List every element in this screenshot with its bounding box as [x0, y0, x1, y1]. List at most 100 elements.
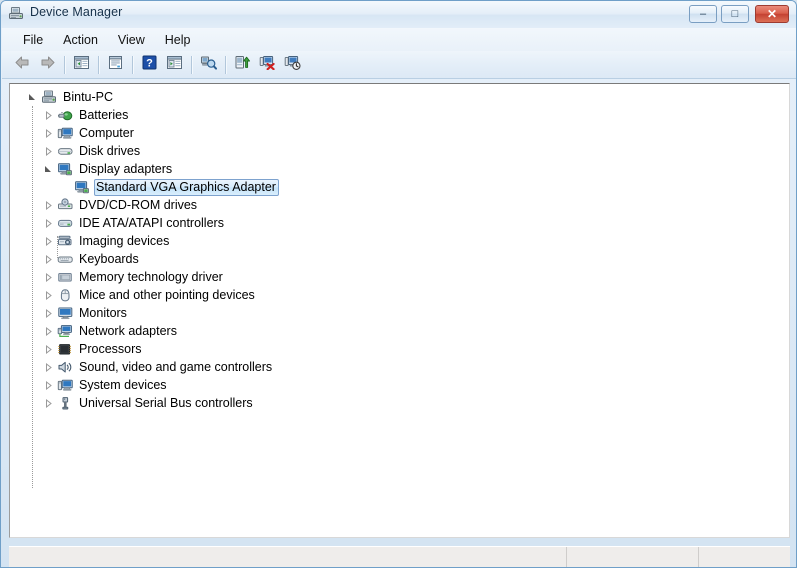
monitor-icon — [56, 305, 74, 321]
tree-label: Network adapters — [79, 323, 177, 338]
tree-label: IDE ATA/ATAPI controllers — [79, 215, 224, 230]
usb-controller-icon — [56, 395, 74, 411]
help-button[interactable]: ? — [137, 53, 161, 76]
tree-label: Memory technology driver — [79, 269, 223, 284]
update-driver-button[interactable] — [230, 53, 254, 76]
menu-item-view[interactable]: View — [109, 31, 154, 49]
show-hide-console-tree-button[interactable] — [69, 53, 93, 76]
tree-label: Mice and other pointing devices — [79, 287, 255, 302]
expand-collapse-icon[interactable] — [24, 88, 40, 106]
device-tree-panel[interactable]: Bintu-PC Batteries Computer Disk drives … — [9, 83, 790, 538]
status-pane-secondary — [567, 547, 699, 567]
expand-collapse-icon[interactable] — [40, 124, 56, 142]
expand-collapse-icon[interactable] — [40, 214, 56, 232]
maximize-button[interactable]: □ — [721, 5, 749, 23]
uninstall-device-button[interactable] — [255, 53, 279, 76]
tree-label: Computer — [79, 125, 134, 140]
back-button[interactable] — [10, 53, 34, 76]
tree-label: Batteries — [79, 107, 129, 122]
toolbar: ? — [2, 51, 796, 79]
imaging-device-icon — [56, 233, 74, 249]
forward-arrow-icon — [39, 55, 56, 75]
disk-drive-icon — [56, 143, 74, 159]
tree-row-disk-drives[interactable]: Disk drives — [10, 142, 789, 160]
toolbar-separator — [191, 55, 192, 74]
tree-row-system-devices[interactable]: System devices — [10, 376, 789, 394]
expand-collapse-icon[interactable] — [40, 142, 56, 160]
tree-label-selected: Standard VGA Graphics Adapter — [94, 178, 279, 196]
scan-hardware-icon — [200, 55, 217, 75]
expand-collapse-icon[interactable] — [40, 394, 56, 412]
minimize-button[interactable]: – — [689, 5, 717, 23]
svg-text:?: ? — [146, 57, 153, 69]
computer-icon — [56, 125, 74, 141]
expand-collapse-icon[interactable] — [40, 322, 56, 340]
display-adapter-icon — [73, 179, 91, 195]
forward-button[interactable] — [35, 53, 59, 76]
tree-row-mice-and-other-pointing-devices[interactable]: Mice and other pointing devices — [10, 286, 789, 304]
ide-controller-icon — [56, 215, 74, 231]
tree-row-monitors[interactable]: Monitors — [10, 304, 789, 322]
update-driver-icon — [234, 55, 251, 75]
tree-row-processors[interactable]: Processors — [10, 340, 789, 358]
tree-row-batteries[interactable]: Batteries — [10, 106, 789, 124]
show-hide-console-tree-icon — [73, 55, 90, 75]
device-manager-window: Device Manager – □ ✕ File Action View He… — [0, 0, 797, 568]
display-adapter-icon — [56, 161, 74, 177]
mouse-icon — [56, 287, 74, 303]
tree-label: Disk drives — [79, 143, 141, 158]
expand-collapse-icon[interactable] — [40, 304, 56, 322]
disable-device-button[interactable] — [280, 53, 304, 76]
properties-button[interactable] — [103, 53, 127, 76]
uninstall-device-icon — [259, 55, 276, 75]
close-icon: ✕ — [766, 7, 778, 21]
expand-collapse-icon[interactable] — [40, 196, 56, 214]
memory-technology-icon — [56, 269, 74, 285]
tree-row-root[interactable]: Bintu-PC — [10, 88, 789, 106]
tree-row-ide-ata-atapi-controllers[interactable]: IDE ATA/ATAPI controllers — [10, 214, 789, 232]
tree-row-keyboards[interactable]: Keyboards — [10, 250, 789, 268]
title-bar[interactable]: Device Manager – □ ✕ — [1, 1, 796, 28]
tree-label: Processors — [79, 341, 142, 356]
tree-label: Display adapters — [79, 161, 173, 176]
scan-for-hardware-changes-button[interactable] — [196, 53, 220, 76]
tree-row-sound-video-and-game-controllers[interactable]: Sound, video and game controllers — [10, 358, 789, 376]
toolbar-separator — [225, 55, 226, 74]
system-device-icon — [56, 377, 74, 393]
expand-collapse-icon[interactable] — [40, 232, 56, 250]
tree-row-dvd-cdrom-drives[interactable]: DVD/CD-ROM drives — [10, 196, 789, 214]
tree-row-universal-serial-bus-controllers[interactable]: Universal Serial Bus controllers — [10, 394, 789, 412]
menu-item-action[interactable]: Action — [54, 31, 107, 49]
expand-collapse-icon[interactable] — [40, 340, 56, 358]
battery-icon — [56, 107, 74, 123]
expand-collapse-icon[interactable] — [40, 160, 56, 178]
expand-collapse-icon[interactable] — [40, 268, 56, 286]
status-pane-tertiary — [699, 547, 790, 567]
tree-label: DVD/CD-ROM drives — [79, 197, 198, 212]
expand-collapse-icon[interactable] — [40, 358, 56, 376]
device-tree: Bintu-PC Batteries Computer Disk drives … — [10, 84, 789, 488]
expand-collapse-icon[interactable] — [40, 106, 56, 124]
device-manager-icon — [8, 6, 25, 22]
properties-window-icon — [107, 55, 124, 75]
tree-row-network-adapters[interactable]: Network adapters — [10, 322, 789, 340]
tree-row-display-adapters[interactable]: Display adapters — [10, 160, 789, 178]
tree-row-imaging-devices[interactable]: Imaging devices — [10, 232, 789, 250]
tree-row-memory-technology-driver[interactable]: Memory technology driver — [10, 268, 789, 286]
tree-row-standard-vga-graphics-adapter[interactable]: Standard VGA Graphics Adapter — [10, 178, 789, 196]
show-hide-action-pane-button[interactable] — [162, 53, 186, 76]
tree-row-computer[interactable]: Computer — [10, 124, 789, 142]
menu-item-file[interactable]: File — [14, 31, 52, 49]
tree-label: Monitors — [79, 305, 127, 320]
back-arrow-icon — [14, 55, 31, 75]
tree-label: System devices — [79, 377, 167, 392]
expand-collapse-icon[interactable] — [40, 286, 56, 304]
tree-label-root: Bintu-PC — [63, 89, 114, 104]
expand-collapse-icon[interactable] — [40, 250, 56, 268]
action-pane-icon — [166, 55, 183, 75]
close-button[interactable]: ✕ — [755, 5, 789, 23]
toolbar-separator — [98, 55, 99, 74]
menu-item-help[interactable]: Help — [156, 31, 200, 49]
tree-label: Universal Serial Bus controllers — [79, 395, 253, 410]
expand-collapse-icon[interactable] — [40, 376, 56, 394]
